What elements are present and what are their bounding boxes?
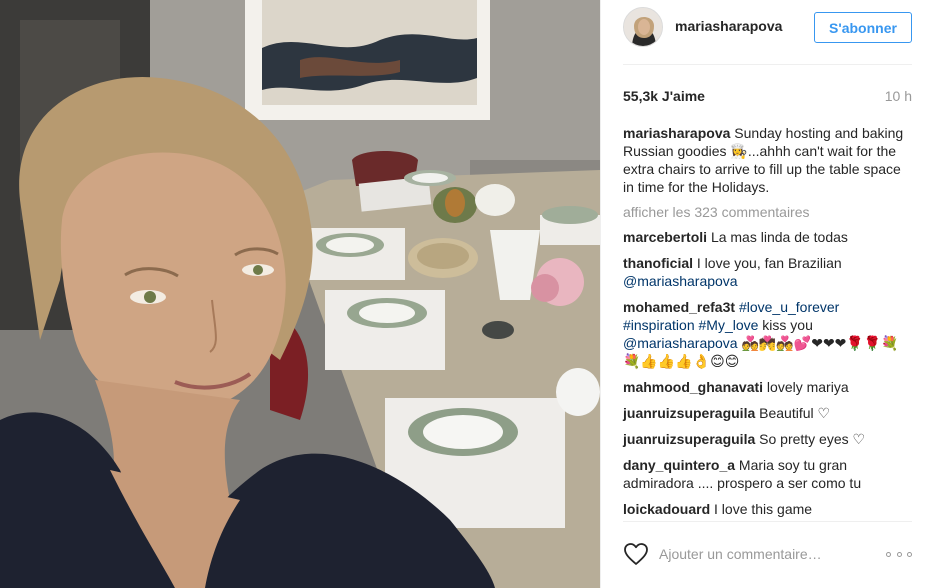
comment-hashtag[interactable]: #My_love	[699, 317, 759, 333]
more-options-icon[interactable]	[886, 547, 912, 561]
comment-username[interactable]: thanoficial	[623, 255, 693, 271]
comment-mention[interactable]: @mariasharapova	[623, 273, 738, 289]
comment-username[interactable]: mahmood_ghanavati	[623, 379, 763, 395]
post-header: mariasharapova S'abonner	[601, 0, 933, 56]
post-time[interactable]: 10 h	[885, 88, 912, 104]
comment-text: I love you, fan Brazilian	[696, 255, 842, 271]
post-caption: mariasharapova Sunday hosting and baking…	[623, 124, 913, 196]
follow-button[interactable]: S'abonner	[814, 12, 912, 43]
comment-item: juanruizsuperaguila Beautiful ♡	[623, 404, 913, 422]
comment-item: mohamed_refa3t #love_u_forever #inspirat…	[623, 298, 913, 370]
likes-count[interactable]: 55,3k J'aime	[623, 88, 705, 104]
comment-item: thanoficial I love you, fan Brazilian @m…	[623, 254, 913, 290]
post-photo[interactable]	[0, 0, 600, 588]
comment-hashtag[interactable]: #inspiration	[623, 317, 695, 333]
comment-footer	[623, 540, 912, 570]
comment-hashtag[interactable]: #love_u_forever	[739, 299, 839, 315]
avatar-image	[624, 8, 662, 46]
comment-text: kiss you	[758, 317, 813, 333]
comment-username[interactable]: marcebertoli	[623, 229, 707, 245]
comment-text: Beautiful ♡	[759, 405, 831, 421]
comment-text: La mas linda de todas	[710, 229, 848, 245]
add-comment-input[interactable]	[659, 544, 881, 564]
comment-item: juanruizsuperaguila So pretty eyes ♡	[623, 430, 913, 448]
comment-username[interactable]: juanruizsuperaguila	[623, 405, 755, 421]
comments-section: mariasharapova Sunday hosting and baking…	[623, 124, 913, 526]
comment-text: I love this game	[714, 501, 813, 517]
comment-item: mahmood_ghanavati lovely mariya	[623, 378, 913, 396]
dot-icon	[896, 551, 902, 557]
comment-username[interactable]: juanruizsuperaguila	[623, 431, 755, 447]
comment-mention[interactable]: @mariasharapova	[623, 335, 738, 351]
heart-outline-icon[interactable]	[623, 542, 649, 566]
comment-username[interactable]: loickadouard	[623, 501, 710, 517]
load-more-comments-link[interactable]: afficher les 323 commentaires	[623, 204, 913, 220]
dot-icon	[886, 551, 891, 557]
header-divider	[623, 64, 912, 65]
comment-item: marcebertoli La mas linda de todas	[623, 228, 913, 246]
comment-text: lovely mariya	[766, 379, 849, 395]
dot-icon	[907, 551, 912, 557]
post-stats: 55,3k J'aime 10 h	[623, 88, 912, 106]
avatar[interactable]	[623, 7, 663, 47]
post-photo-illustration	[0, 0, 600, 588]
footer-divider	[623, 521, 912, 522]
comment-username[interactable]: dany_quintero_a	[623, 457, 735, 473]
comment-item: dany_quintero_a Maria soy tu gran admira…	[623, 456, 913, 492]
comment-username[interactable]: mohamed_refa3t	[623, 299, 735, 315]
post-side-panel: mariasharapova S'abonner 55,3k J'aime 10…	[600, 0, 933, 588]
comment-text: So pretty eyes ♡	[759, 431, 866, 447]
header-username[interactable]: mariasharapova	[675, 18, 782, 34]
comment-item: loickadouard I love this game	[623, 500, 913, 518]
caption-username[interactable]: mariasharapova	[623, 125, 730, 141]
